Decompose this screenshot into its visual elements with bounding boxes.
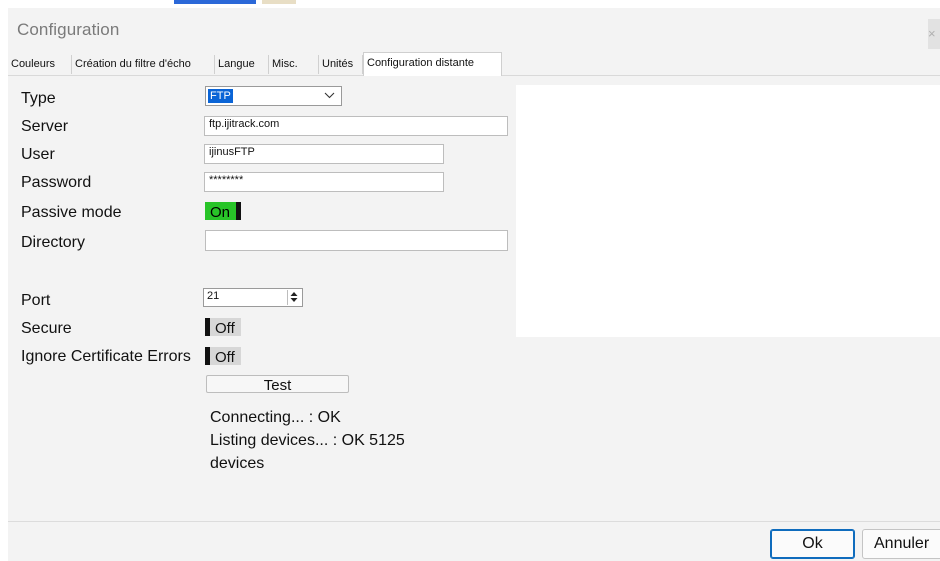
port-stepper[interactable]: 21 bbox=[203, 288, 303, 307]
spin-arrows-icon bbox=[290, 292, 298, 302]
window-title: Configuration bbox=[17, 20, 120, 39]
directory-input[interactable] bbox=[205, 230, 508, 251]
user-input[interactable]: ijinusFTP bbox=[204, 144, 444, 164]
chevron-down-icon bbox=[324, 92, 335, 99]
password-label: Password bbox=[21, 174, 92, 191]
ignore-cert-errors-toggle[interactable]: Off bbox=[205, 347, 241, 365]
type-select-value: FTP bbox=[208, 89, 233, 103]
tab-strip: Couleurs Création du filtre d'écho Langu… bbox=[8, 52, 940, 76]
cancel-button[interactable]: Annuler bbox=[862, 529, 940, 559]
tab-configuration-distante[interactable]: Configuration distante bbox=[363, 52, 502, 76]
port-label: Port bbox=[21, 292, 51, 309]
ignore-cert-errors-label: Ignore Certificate Errors bbox=[21, 348, 191, 365]
background-accent bbox=[174, 0, 256, 4]
secure-label: Secure bbox=[21, 320, 72, 337]
status-line-connecting: Connecting... : OK bbox=[210, 409, 341, 426]
type-label: Type bbox=[21, 90, 56, 107]
server-input[interactable]: ftp.ijitrack.com bbox=[204, 116, 508, 136]
test-button[interactable]: Test bbox=[206, 375, 349, 394]
title-bar: Configuration × bbox=[8, 8, 940, 52]
passive-mode-toggle[interactable]: On bbox=[205, 202, 241, 220]
close-button[interactable]: × bbox=[928, 19, 940, 49]
passive-mode-label: Passive mode bbox=[21, 204, 122, 221]
configuration-dialog: Configuration × Couleurs Création du fil… bbox=[0, 0, 940, 561]
background-accent-2 bbox=[262, 0, 296, 4]
tab-creation-filtre-echo[interactable]: Création du filtre d'écho bbox=[72, 55, 215, 74]
preview-panel bbox=[516, 85, 940, 337]
port-value: 21 bbox=[207, 290, 220, 302]
tab-langue[interactable]: Langue bbox=[215, 55, 269, 74]
status-line-devices: devices bbox=[210, 455, 265, 472]
tab-misc[interactable]: Misc. bbox=[269, 55, 319, 74]
secure-toggle[interactable]: Off bbox=[205, 318, 241, 336]
directory-label: Directory bbox=[21, 234, 86, 251]
close-icon: × bbox=[928, 26, 936, 41]
port-spin-buttons[interactable] bbox=[287, 290, 301, 305]
ok-button[interactable]: Ok bbox=[770, 529, 855, 559]
tab-couleurs[interactable]: Couleurs bbox=[8, 55, 72, 74]
type-select[interactable]: FTP bbox=[205, 86, 342, 106]
password-input[interactable]: ******** bbox=[204, 172, 444, 192]
status-line-listing: Listing devices... : OK 5125 bbox=[210, 432, 405, 449]
tab-unites[interactable]: Unités bbox=[319, 55, 363, 74]
user-label: User bbox=[21, 146, 55, 163]
server-label: Server bbox=[21, 118, 69, 135]
